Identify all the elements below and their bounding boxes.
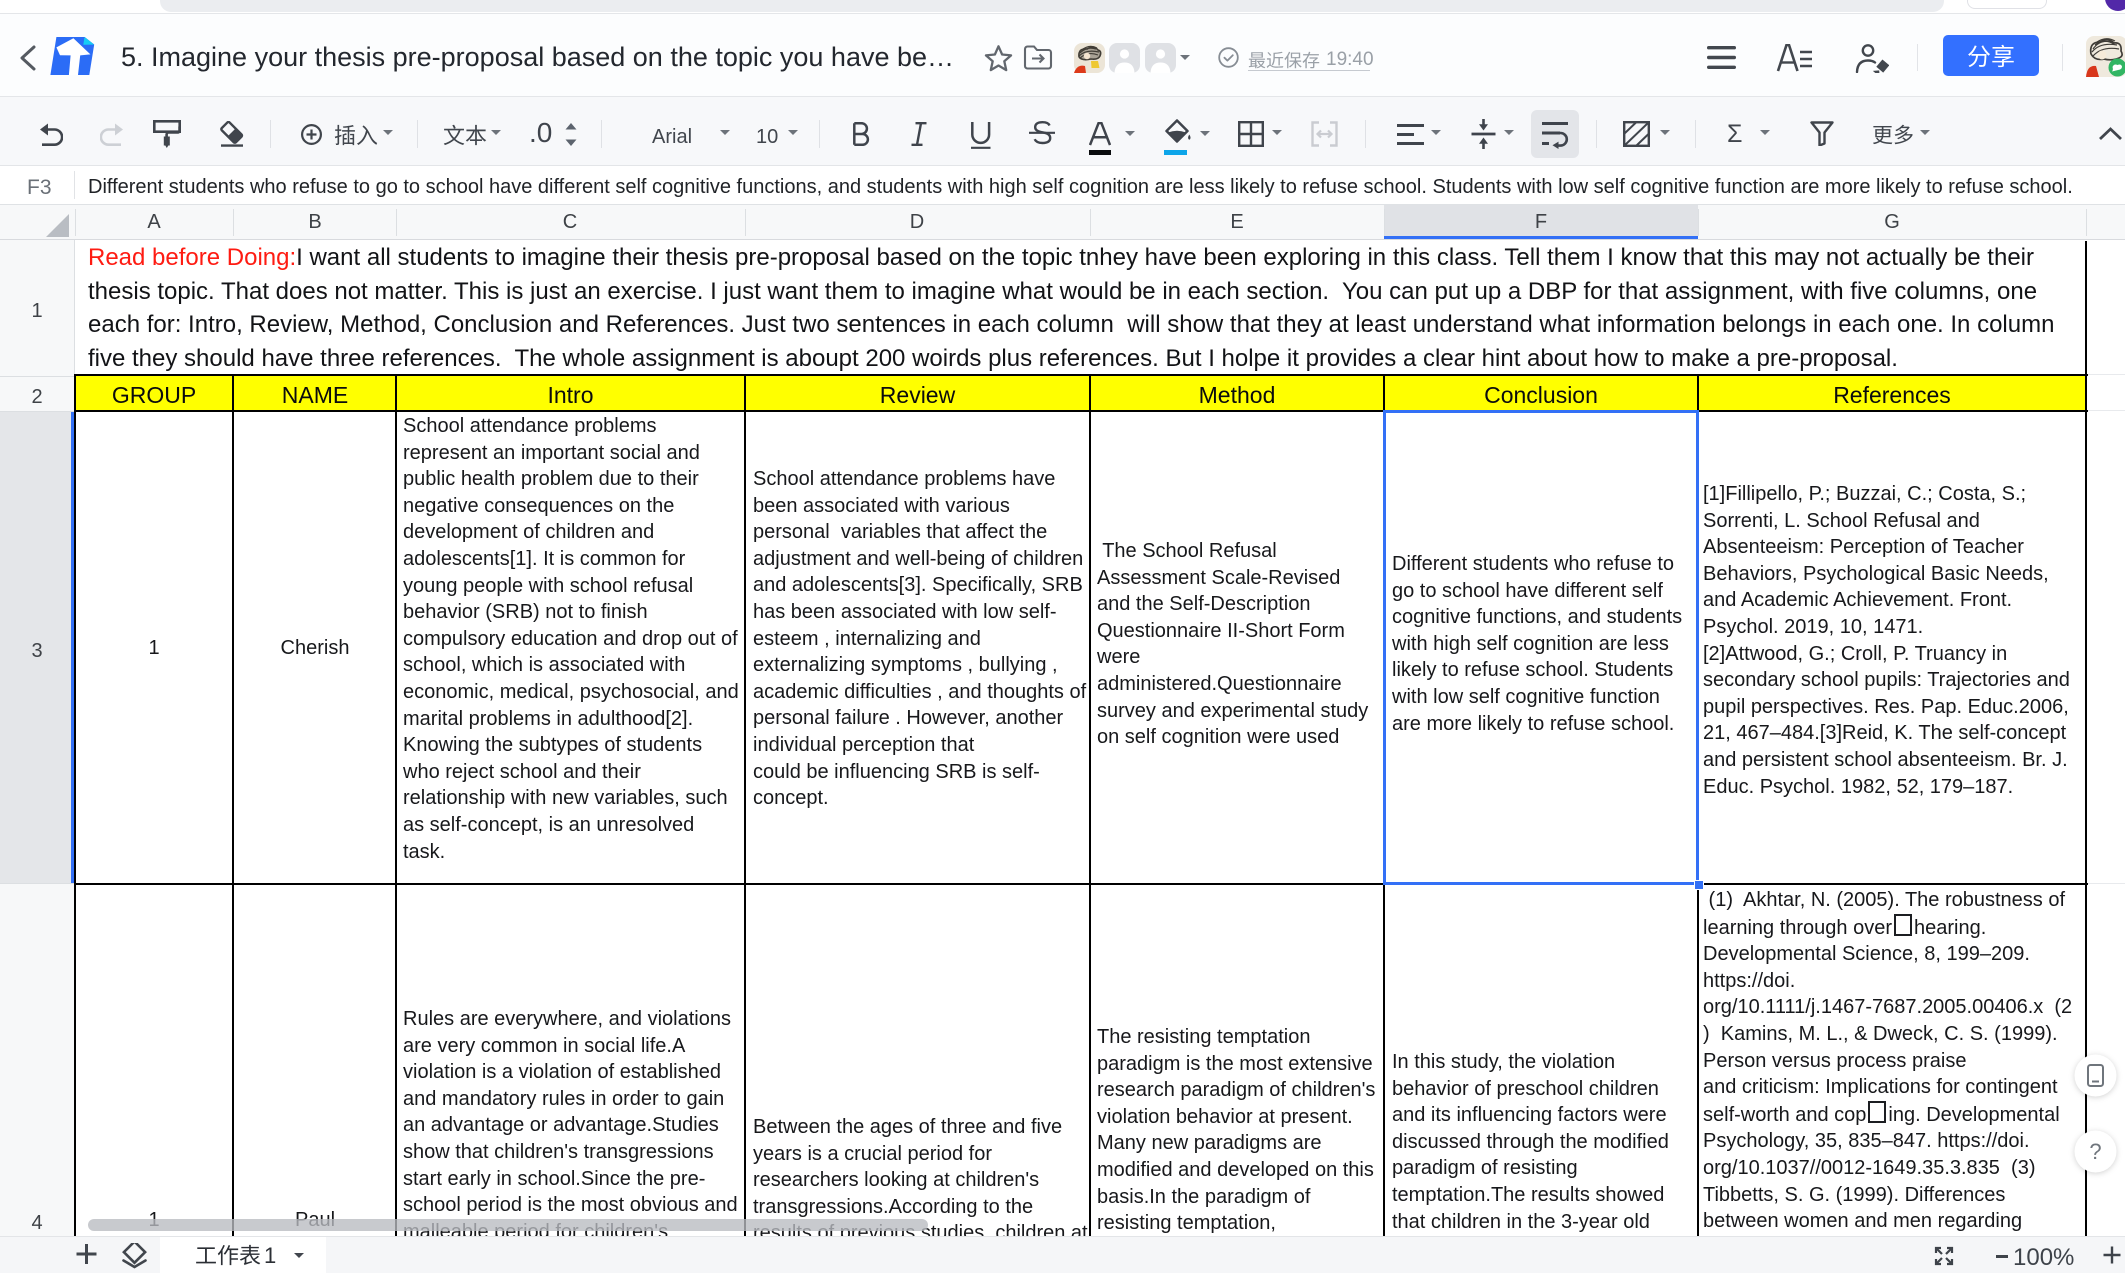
svg-text:?: ? <box>2089 1139 2101 1164</box>
